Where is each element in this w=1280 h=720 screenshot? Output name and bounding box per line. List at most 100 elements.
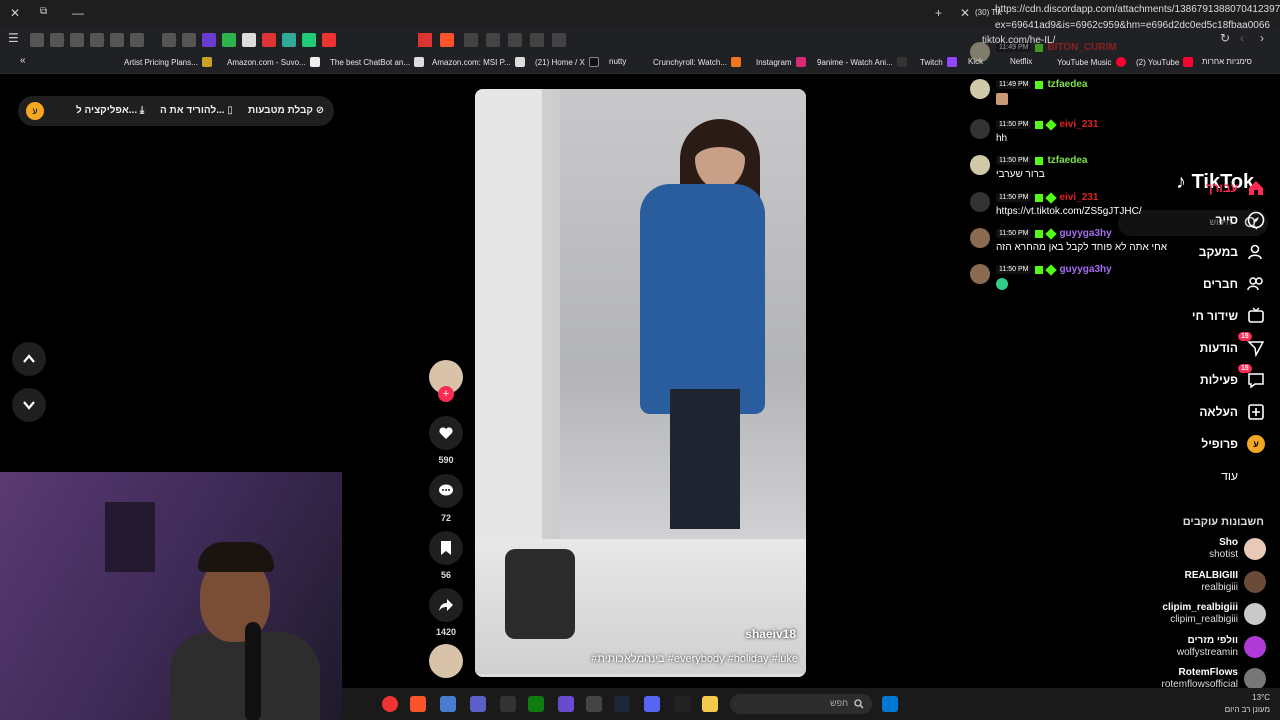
music-disc[interactable] [429,644,463,678]
minimize-icon[interactable]: — [72,6,84,20]
reload-icon[interactable]: ↻ [1220,31,1234,45]
media-player-icon[interactable] [382,696,398,712]
bookmark-item[interactable]: Twitch [920,57,957,67]
puzzle-icon[interactable] [182,33,196,47]
nav-live[interactable]: שידור חי [1192,306,1266,326]
avatar[interactable]: ע [26,102,44,120]
extension-icon[interactable] [302,33,316,47]
comment-circle[interactable] [429,474,463,508]
share-circle[interactable] [429,588,463,622]
windows-start-icon[interactable] [882,696,898,712]
following-account[interactable]: REALBIGIII realbigiii [1185,570,1266,594]
nav-following[interactable]: במעקב [1199,242,1266,262]
collapse-icon[interactable]: « [20,55,26,66]
epic-games-icon[interactable] [674,696,690,712]
nav-for-you[interactable]: עבורך [1206,178,1266,198]
new-tab-icon[interactable]: + [935,6,942,20]
install-app-link[interactable]: אפליקציה ל... ⤓ [76,105,144,116]
extension-icon[interactable] [162,33,176,47]
bookmark-item[interactable]: סימניות אחרות [1202,57,1252,66]
bookmark-item[interactable]: The best ChatBot an... [330,57,425,67]
nav-messages[interactable]: הודעות 15 [1200,332,1266,358]
extension-icon[interactable] [242,33,256,47]
app-icon[interactable] [440,696,456,712]
steam-icon[interactable] [614,696,630,712]
nav-explore[interactable]: סייר [1215,210,1266,230]
cast-icon[interactable] [530,33,544,47]
video-progress-bar[interactable] [475,674,806,677]
nav-activity[interactable]: פעילות 15 [1200,364,1266,390]
video-username[interactable]: shaeiv18 [745,627,796,641]
brave-icon[interactable] [410,696,426,712]
menu-icon[interactable]: ☰ [8,31,22,45]
nav-more[interactable]: עוד [1221,466,1266,486]
extension-icon[interactable] [202,33,216,47]
bookmark-item[interactable]: Netflix [1010,57,1032,66]
save-button[interactable]: 56 [429,531,463,580]
bookmark-item[interactable]: Crunchyroll: Watch... [653,57,741,67]
music-icon[interactable] [110,33,124,47]
kick-icon [1035,43,1044,52]
extension-icon[interactable] [50,33,64,47]
download-app-link[interactable]: להוריד את ה... ▯ [160,105,233,116]
forward-icon[interactable]: › [1260,31,1274,45]
bookmark-item[interactable]: Amazon.com - Suvo... [227,57,320,67]
extension-icon[interactable] [552,33,566,47]
nav-friends[interactable]: חברים [1203,274,1266,294]
extension-icon[interactable] [70,33,84,47]
bookmark-item[interactable]: (21) Home / X [535,57,599,67]
video-player[interactable]: shaeiv18 #בינהמלאכותית #everybody #holid… [475,89,806,677]
video-caption[interactable]: #בינהמלאכותית #everybody #holiday #luke [591,653,798,665]
extension-icon[interactable] [30,33,44,47]
discord-icon[interactable] [644,696,660,712]
bookmark-item[interactable]: Amazon.com: MSI P... [432,57,525,67]
back-icon[interactable]: ‹ [1240,31,1254,45]
extension-icon[interactable] [322,33,336,47]
teams-icon[interactable] [470,696,486,712]
share-button[interactable]: 1420 [429,588,463,637]
app-icon[interactable] [586,696,602,712]
bookmark-item[interactable]: Instagram [756,57,806,67]
get-coins-link[interactable]: קבלת מטבעות ⊘ [248,105,324,116]
bookmark-item[interactable]: (2) YouTube [1136,57,1194,67]
extension-icon[interactable] [282,33,296,47]
following-account[interactable]: Sho shotist [1209,537,1266,561]
like-circle[interactable] [429,416,463,450]
search-icon [854,699,864,709]
bookmark-item[interactable]: Artist Pricing Plans... [124,57,212,67]
nav-upload[interactable]: העלאה [1199,402,1266,422]
comment-button[interactable]: 72 [429,474,463,523]
following-account[interactable]: clipim_realbigiii clipim_realbigiii [1162,602,1266,626]
following-account[interactable]: וולפי מזרים wolfystreamin [1177,635,1266,659]
tab-close-icon[interactable]: ✕ [960,6,970,20]
weather-widget[interactable]: 13°C מעונן רב היום [1225,692,1270,716]
extension-icon[interactable] [262,33,276,47]
brave-shield-icon[interactable] [440,33,454,47]
bookmark-item[interactable]: YouTube Music [1057,57,1126,67]
close-icon[interactable]: ✕ [10,6,20,20]
extension-icon[interactable] [222,33,236,47]
download-icon[interactable] [130,33,144,47]
taskbar-search[interactable]: חפש [730,694,872,714]
file-explorer-icon[interactable] [702,696,718,712]
bookmark-item[interactable]: nutty [609,57,626,66]
extension-icon[interactable] [508,33,522,47]
brave-rewards-icon[interactable] [418,33,432,47]
restore-icon[interactable]: ⧉ [40,6,47,17]
zoom-icon[interactable] [486,33,500,47]
follow-plus-icon[interactable]: + [438,386,454,402]
creator-avatar[interactable]: + [429,360,463,402]
app-icon[interactable] [558,696,574,712]
sidebar-icon[interactable] [90,33,104,47]
back-history-icon[interactable] [464,33,478,47]
nav-profile[interactable]: פרופיל ע [1201,434,1266,454]
previous-video-button[interactable] [12,342,46,376]
app-icon[interactable] [500,696,516,712]
avatar[interactable] [429,644,463,678]
xbox-icon[interactable] [528,696,544,712]
next-video-button[interactable] [12,388,46,422]
save-circle[interactable] [429,531,463,565]
chat-link[interactable]: https://vt.tiktok.com/ZS5gJTJHC/ [996,206,1142,217]
bookmark-item[interactable]: 9anime - Watch Ani... [817,57,907,67]
like-button[interactable]: 590 [429,416,463,465]
